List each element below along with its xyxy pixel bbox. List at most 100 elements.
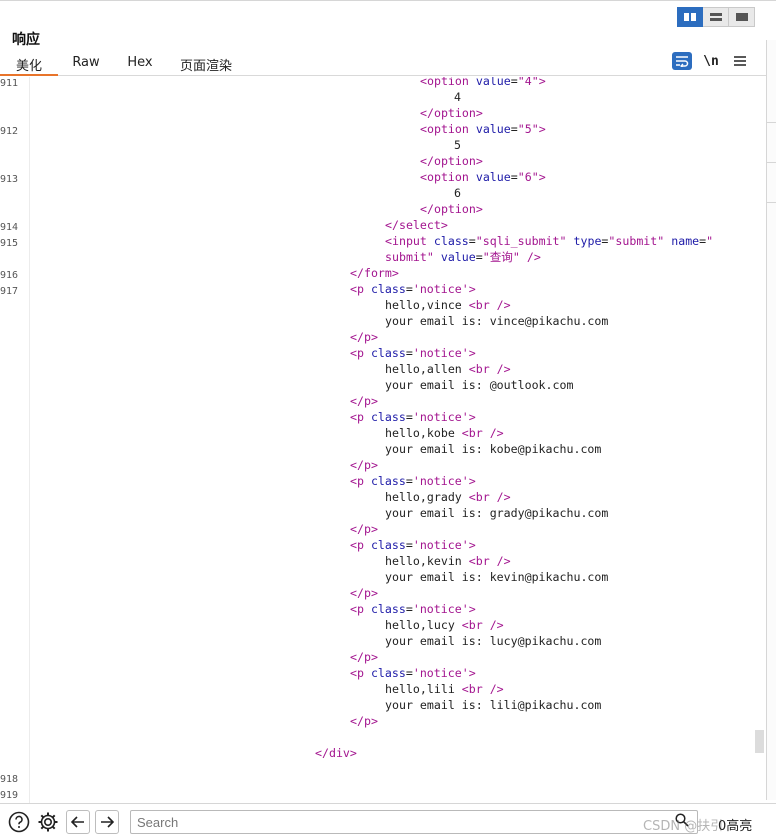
code-token: class xyxy=(370,538,406,552)
code-line: <option value="4"> xyxy=(420,77,546,89)
code-token: = xyxy=(405,410,413,424)
search-input[interactable] xyxy=(130,810,698,834)
tab-hex[interactable]: Hex xyxy=(114,52,166,76)
code-token: submit" xyxy=(385,250,441,264)
code-token: <p xyxy=(350,282,371,296)
code-line: </option> xyxy=(420,153,483,169)
code-token: </p> xyxy=(350,522,378,536)
code-token: " xyxy=(706,234,714,248)
code-token: 6 xyxy=(454,186,461,200)
code-line: </p> xyxy=(350,713,378,729)
line-number: 916 xyxy=(0,270,19,281)
code-line: hello,lili <br /> xyxy=(385,681,504,697)
newline-toggle-button[interactable]: \n xyxy=(701,52,721,70)
top-toolbar xyxy=(0,0,776,30)
tab-raw[interactable]: Raw xyxy=(58,52,114,76)
code-token: value xyxy=(440,250,476,264)
code-token: = xyxy=(468,234,476,248)
code-line: hello,kevin <br /> xyxy=(385,553,511,569)
code-token: 'notice' xyxy=(412,538,469,552)
code-line: your email is: vince@pikachu.com xyxy=(385,313,608,329)
code-token: > xyxy=(538,170,546,184)
code-token: <br /> xyxy=(468,554,511,568)
code-token: <br /> xyxy=(461,426,504,440)
code-token: <p xyxy=(350,410,371,424)
response-code-viewer[interactable]: 911912913914915916917918919920 <option v… xyxy=(0,77,766,803)
code-token: 'notice' xyxy=(412,602,469,616)
code-line: <p class='notice'> xyxy=(350,665,476,681)
help-icon[interactable] xyxy=(7,810,31,834)
code-token: > xyxy=(468,666,476,680)
code-token: </p> xyxy=(350,458,378,472)
code-token: > xyxy=(468,282,476,296)
code-token: <br /> xyxy=(461,618,504,632)
code-line: <option value="5"> xyxy=(420,121,546,137)
code-token: name xyxy=(671,234,700,248)
code-token: <br /> xyxy=(468,298,511,312)
single-pane-icon[interactable] xyxy=(729,7,755,27)
scrollbar-thumb[interactable] xyxy=(755,730,764,753)
code-token: <p xyxy=(350,538,371,552)
code-token: "submit" xyxy=(608,234,672,248)
code-line: </p> xyxy=(350,329,378,345)
code-line: your email is: lucy@pikachu.com xyxy=(385,633,601,649)
code-token: class xyxy=(370,602,406,616)
hamburger-menu-icon[interactable] xyxy=(730,52,750,70)
code-token: your email is: kevin@pikachu.com xyxy=(385,570,609,584)
code-token: hello,lili xyxy=(385,682,462,696)
settings-icon[interactable] xyxy=(36,810,60,834)
code-token: </option> xyxy=(420,106,483,120)
code-line: <input class="sqli_submit" type="submit"… xyxy=(385,233,713,249)
code-token: </p> xyxy=(350,650,378,664)
code-token: class xyxy=(370,410,406,424)
code-token: hello,grady xyxy=(385,490,469,504)
code-line: your email is: kevin@pikachu.com xyxy=(385,569,608,585)
editor-tools: \n xyxy=(672,52,750,70)
line-number: 914 xyxy=(0,222,19,233)
code-token: /> xyxy=(526,250,541,264)
split-columns-icon[interactable] xyxy=(677,7,703,27)
code-token: > xyxy=(468,410,476,424)
code-token: </p> xyxy=(350,394,378,408)
panel-title: 响应 xyxy=(12,32,40,48)
code-token: = xyxy=(405,282,413,296)
back-arrow-icon[interactable] xyxy=(66,810,90,834)
code-token: value xyxy=(475,170,511,184)
code-line: submit" value="查询" /> xyxy=(385,249,541,265)
code-token: <option xyxy=(420,170,476,184)
line-number: 912 xyxy=(0,126,19,137)
split-rows-icon[interactable] xyxy=(703,7,729,27)
code-token: <br /> xyxy=(468,362,511,376)
code-line: </p> xyxy=(350,393,378,409)
code-token: hello,kevin xyxy=(385,554,469,568)
bottom-search-bar: CSDN @扶引 0高亮 xyxy=(0,803,776,837)
code-token: = xyxy=(510,77,518,88)
code-token: = xyxy=(405,538,413,552)
tab-pretty[interactable]: 美化 xyxy=(0,52,58,76)
code-token: = xyxy=(405,346,413,360)
code-token: 'notice' xyxy=(412,346,469,360)
code-token: class xyxy=(370,346,406,360)
line-number: 911 xyxy=(0,78,19,89)
code-token: = xyxy=(405,602,413,616)
code-token: > xyxy=(468,538,476,552)
tab-render[interactable]: 页面渲染 xyxy=(166,52,246,76)
word-wrap-icon[interactable] xyxy=(672,52,692,70)
code-token: type xyxy=(573,234,602,248)
code-line: <p class='notice'> xyxy=(350,537,476,553)
code-token: your email is: @outlook.com xyxy=(385,378,574,392)
code-line: 4 xyxy=(454,89,461,105)
code-token: <br /> xyxy=(461,682,504,696)
code-line: hello,lucy <br /> xyxy=(385,617,504,633)
line-number: 918 xyxy=(0,774,19,785)
code-token: = xyxy=(510,122,518,136)
code-token: </p> xyxy=(350,586,378,600)
code-line: </div> xyxy=(315,745,357,761)
code-line: </option> xyxy=(420,201,483,217)
code-token: <option xyxy=(420,77,476,88)
code-line: </option> xyxy=(420,105,483,121)
code-line: your email is: @outlook.com xyxy=(385,377,573,393)
code-line: your email is: lili@pikachu.com xyxy=(385,697,601,713)
forward-arrow-icon[interactable] xyxy=(95,810,119,834)
line-number-gutter: 911912913914915916917918919920 xyxy=(0,77,30,803)
